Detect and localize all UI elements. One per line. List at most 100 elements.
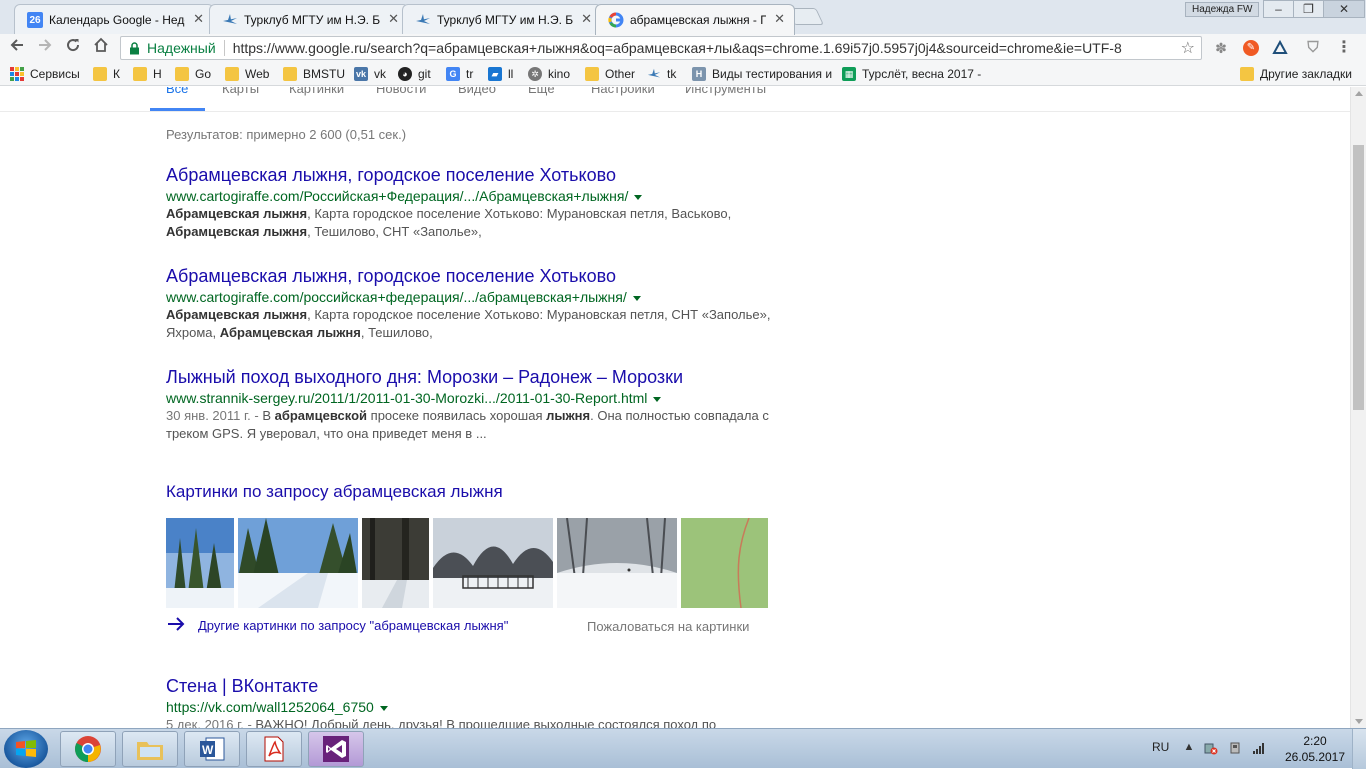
url-text[interactable]: https://www.google.ru/search?q=абрамцевс… — [233, 40, 1201, 56]
tray-expand-icon[interactable]: ▲ — [1182, 741, 1196, 755]
more-images-link[interactable]: Другие картинки по запросу "абрамцевская… — [166, 616, 508, 635]
pen-extension-icon[interactable]: ✎ — [1243, 40, 1259, 56]
profile-button[interactable]: Надежда FW — [1185, 2, 1260, 17]
close-icon[interactable]: ✕ — [774, 11, 785, 27]
paw-extension-icon[interactable]: ✽ — [1213, 40, 1229, 56]
usb-device-icon[interactable] — [1228, 741, 1242, 755]
browser-toolbar: Надежный https://www.google.ru/search?q=… — [0, 34, 1366, 62]
back-button[interactable] — [6, 37, 28, 59]
close-icon[interactable]: ✕ — [193, 11, 204, 27]
scrollbar-thumb[interactable] — [1353, 145, 1364, 410]
page-scrollbar[interactable] — [1350, 87, 1366, 728]
result-title-link[interactable]: Абрамцевская лыжня, городское поселение … — [166, 165, 776, 186]
bookmark-ll[interactable]: ▰ ll — [488, 66, 513, 82]
word-icon: W — [200, 737, 225, 761]
tab-images[interactable]: Картинки — [289, 87, 344, 96]
bookmark-other-bookmarks[interactable]: Другие закладки — [1240, 66, 1352, 82]
forward-button[interactable] — [34, 37, 56, 59]
image-thumbnail[interactable] — [166, 518, 234, 608]
bookmark-label: Другие закладки — [1260, 67, 1352, 81]
taskbar-visual-studio[interactable] — [308, 731, 364, 767]
tab-turklub-1[interactable]: Турклуб МГТУ им Н.Э. Ба ✕ — [209, 4, 409, 34]
image-thumbnail[interactable] — [557, 518, 677, 608]
shield-extension-icon[interactable]: ⛉ — [1305, 40, 1321, 56]
address-bar[interactable]: Надежный https://www.google.ru/search?q=… — [120, 36, 1202, 60]
lock-icon — [129, 41, 141, 55]
triangle-extension-icon[interactable] — [1272, 39, 1288, 56]
language-indicator[interactable]: RU — [1152, 740, 1169, 754]
bookmark-folder-n[interactable]: Н — [133, 66, 162, 82]
bookmark-folder-other[interactable]: Other — [585, 66, 635, 82]
windows-logo-icon — [16, 740, 36, 757]
tab-google-search[interactable]: абрамцевская лыжня - Пои ✕ — [595, 4, 795, 35]
scroll-up-arrow-icon[interactable] — [1355, 91, 1363, 96]
images-title-link[interactable]: Картинки по запросу абрамцевская лыжня — [166, 482, 768, 502]
taskbar-explorer[interactable] — [122, 731, 178, 767]
result-title-link[interactable]: Стена | ВКонтакте — [166, 676, 776, 697]
tab-more[interactable]: Ещё — [528, 87, 555, 96]
folder-icon — [93, 67, 107, 81]
result-snippet: 5 дек. 2016 г. - ВАЖНО! Добрый день, дру… — [166, 716, 771, 728]
signal-bars-icon[interactable] — [1252, 741, 1266, 755]
bookmark-kino[interactable]: ✲ kino — [528, 66, 570, 82]
arrow-right-icon — [166, 616, 188, 635]
tab-settings[interactable]: Настройки — [591, 87, 655, 96]
bookmark-tr[interactable]: Gtr — [446, 66, 473, 82]
network-warning-icon[interactable] — [1204, 741, 1218, 755]
search-tabs: Все Карты Картинки Новости Видео Ещё Нас… — [0, 87, 1350, 112]
dropdown-arrow-icon[interactable] — [653, 396, 662, 402]
tab-maps[interactable]: Карты — [222, 87, 259, 96]
folder-icon — [585, 67, 599, 81]
reload-button[interactable] — [62, 37, 84, 59]
image-thumbnail[interactable] — [362, 518, 429, 608]
result-title-link[interactable]: Лыжный поход выходного дня: Морозки – Ра… — [166, 367, 776, 388]
result-url: www.cartogiraffe.com/Российская+Федераци… — [166, 188, 776, 204]
visual-studio-icon — [323, 736, 349, 762]
plane-icon — [222, 12, 238, 28]
show-desktop-button[interactable] — [1352, 729, 1366, 769]
acrobat-icon — [264, 736, 284, 762]
minimize-button[interactable]: ‒ — [1263, 0, 1294, 18]
bookmark-tk[interactable]: tk — [647, 66, 676, 82]
back-arrow-icon — [10, 39, 23, 51]
dropdown-arrow-icon[interactable] — [379, 705, 388, 711]
close-icon[interactable]: ✕ — [388, 11, 399, 27]
tab-title: Календарь Google - Недел — [49, 12, 185, 27]
bookmark-vk[interactable]: vk vk — [354, 66, 386, 82]
tab-tools[interactable]: Инструменты — [685, 87, 766, 96]
tab-turklub-2[interactable]: Турклуб МГТУ им Н.Э. Ба ✕ — [402, 4, 602, 34]
taskbar-chrome[interactable] — [60, 731, 116, 767]
tab-calendar[interactable]: 26 Календарь Google - Недел ✕ — [14, 4, 214, 34]
tab-news[interactable]: Новости — [376, 87, 426, 96]
dropdown-arrow-icon[interactable] — [632, 295, 641, 301]
start-button[interactable] — [4, 730, 48, 768]
close-icon[interactable]: ✕ — [581, 11, 592, 27]
bookmark-services[interactable]: Сервисы — [10, 66, 80, 82]
bookmark-star-icon[interactable]: ☆ — [1181, 38, 1195, 58]
taskbar-word[interactable]: W — [184, 731, 240, 767]
result-title-link[interactable]: Абрамцевская лыжня, городское поселение … — [166, 266, 776, 287]
bookmark-folder-web[interactable]: Web — [225, 66, 269, 82]
bookmark-folder-go[interactable]: Go — [175, 66, 211, 82]
maximize-button[interactable]: ❐ — [1293, 0, 1324, 18]
clock-time[interactable]: 2:20 — [1290, 734, 1340, 748]
window-close-button[interactable]: ✕ — [1323, 0, 1365, 18]
home-button[interactable] — [90, 37, 112, 59]
tab-video[interactable]: Видео — [458, 87, 496, 96]
image-thumbnail[interactable] — [433, 518, 553, 608]
bookmark-turslet[interactable]: ▦ Турслёт, весна 2017 - — [842, 66, 981, 82]
scroll-down-arrow-icon[interactable] — [1355, 719, 1363, 724]
clock-date[interactable]: 26.05.2017 — [1284, 750, 1346, 764]
bookmark-folder-k[interactable]: К — [93, 66, 120, 82]
bookmark-git[interactable]: ◕ git — [398, 66, 431, 82]
menu-kebab-icon[interactable]: ⋮ — [1336, 40, 1352, 56]
tab-all[interactable]: Все — [166, 87, 188, 96]
image-thumbnail[interactable] — [681, 518, 768, 608]
taskbar-acrobat[interactable] — [246, 731, 302, 767]
image-thumbnail[interactable] — [238, 518, 358, 608]
bookmark-testing-types[interactable]: H Виды тестирования и — [692, 66, 832, 82]
report-images-link[interactable]: Пожаловаться на картинки — [587, 619, 749, 634]
dropdown-arrow-icon[interactable] — [634, 194, 643, 200]
tab-title: Турклуб МГТУ им Н.Э. Ба — [437, 12, 573, 27]
bookmark-folder-bmstu[interactable]: BMSTU — [283, 66, 345, 82]
